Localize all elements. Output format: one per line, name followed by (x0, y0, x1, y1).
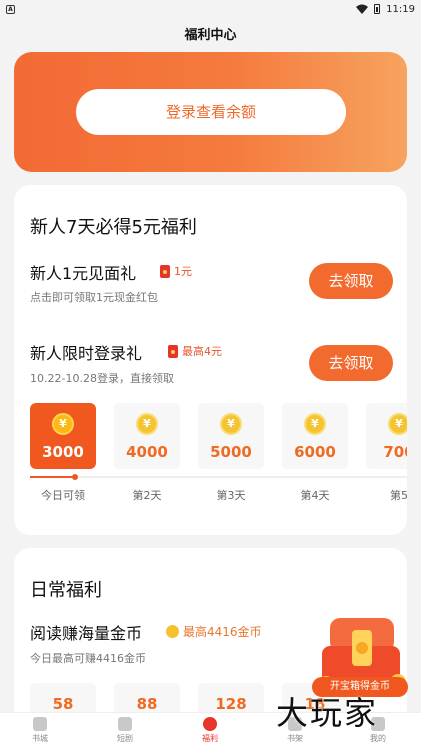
play-icon (118, 717, 132, 731)
nav-label: 书架 (287, 734, 303, 743)
coin-icon: ¥ (220, 413, 242, 435)
nav-short-drama[interactable]: 短剧 (95, 717, 155, 744)
day-label: 第2天 (132, 489, 162, 502)
day-label: 今日可领 (41, 489, 85, 502)
hero-banner: 登录查看余额 (14, 52, 407, 172)
red-packet-icon (160, 264, 170, 278)
login-gift-tag-label: 最高4元 (182, 345, 222, 358)
day-label: 第4天 (300, 489, 330, 502)
coin-icon: ¥ (136, 413, 158, 435)
meet-gift-tag-label: 1元 (174, 265, 192, 278)
meet-gift-claim-button[interactable]: 去领取 (309, 263, 393, 299)
day-label: 第3天 (216, 489, 246, 502)
day-reward-value: 5000 (210, 443, 252, 461)
day-reward-value: 6000 (294, 443, 336, 461)
watermark-text: 大玩家 (276, 694, 379, 732)
home-icon (33, 717, 47, 731)
newbie-benefits-title: 新人7天必得5元福利 (30, 217, 197, 238)
coin-icon: ¥ (304, 413, 326, 435)
login-view-balance-button[interactable]: 登录查看余额 (76, 89, 346, 135)
checkin-progress-dot (72, 474, 78, 480)
day-reward-value: 700 (383, 443, 407, 461)
day-reward-2[interactable]: ¥ 4000 (114, 403, 180, 469)
app-indicator-icon: A (6, 4, 15, 14)
day-label: 第5 (390, 489, 407, 502)
meet-gift-tag: 1元 (160, 263, 192, 279)
read-earn-tag: 最高4416金币 (166, 623, 262, 640)
nav-label: 福利 (202, 734, 218, 743)
day-reward-5[interactable]: ¥ 700 (366, 403, 407, 469)
nav-label: 书城 (32, 734, 48, 743)
status-bar: A 11:19 (0, 0, 421, 18)
login-gift-subtitle: 10.22-10.28登录，直接领取 (30, 372, 174, 385)
login-gift-tag: 最高4元 (168, 343, 222, 359)
nav-bookstore[interactable]: 书城 (10, 717, 70, 744)
coin-icon: ¥ (52, 413, 74, 435)
login-gift-claim-button[interactable]: 去领取 (309, 345, 393, 381)
page-title: 福利中心 (184, 28, 237, 43)
nav-label: 短剧 (117, 734, 133, 743)
battery-icon (374, 4, 381, 14)
read-earn-title: 阅读赚海量金币 (30, 624, 143, 643)
nav-label: 我的 (370, 734, 386, 743)
nav-welfare[interactable]: 福利 (180, 717, 240, 744)
day-reward-4[interactable]: ¥ 6000 (282, 403, 348, 469)
read-earn-tag-label: 最高4416金币 (183, 625, 262, 639)
meet-gift-title: 新人1元见面礼 (30, 264, 137, 283)
welfare-icon (203, 717, 217, 731)
login-gift-title: 新人限时登录礼 (30, 344, 143, 363)
checkin-progress-fill (30, 476, 75, 478)
day-reward-3[interactable]: ¥ 5000 (198, 403, 264, 469)
coin-icon: ¥ (388, 413, 407, 435)
day-reward-1[interactable]: ¥ 3000 (30, 403, 96, 469)
gold-coin-icon (166, 625, 179, 638)
wifi-icon (356, 4, 369, 14)
status-time: 11:19 (386, 3, 415, 15)
meet-gift-subtitle: 点击即可领取1元现金红包 (30, 291, 158, 304)
day-reward-value: 3000 (42, 443, 84, 461)
day-reward-value: 4000 (126, 443, 168, 461)
newbie-benefits-card: 新人7天必得5元福利 新人1元见面礼 1元 点击即可领取1元现金红包 去领取 新… (14, 185, 407, 535)
red-packet-icon (168, 344, 178, 358)
checkin-days[interactable]: ¥ 3000 ¥ 4000 ¥ 5000 ¥ 6000 ¥ 700 今日可领 第… (14, 400, 407, 515)
read-earn-subtitle: 今日最高可赚4416金币 (30, 652, 146, 665)
checkin-progress-track (30, 474, 407, 480)
daily-benefits-title: 日常福利 (30, 580, 102, 601)
